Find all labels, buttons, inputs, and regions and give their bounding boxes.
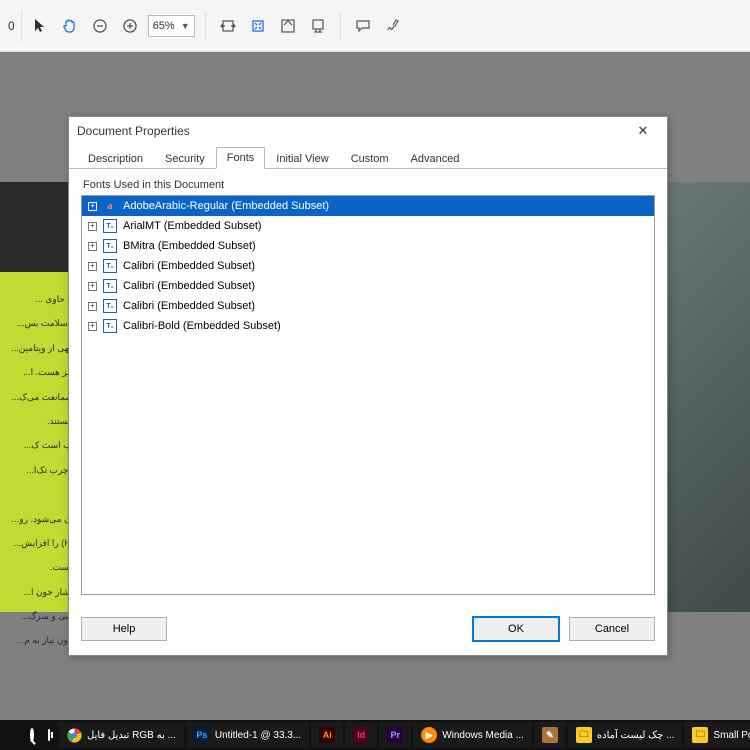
ok-button[interactable]: OK — [473, 617, 559, 641]
taskview-icon — [48, 729, 50, 741]
fit-page-icon[interactable] — [246, 14, 270, 38]
tab-custom[interactable]: Custom — [340, 148, 400, 169]
zoom-in-icon[interactable] — [118, 14, 142, 38]
photoshop-icon: Ps — [194, 727, 210, 743]
tree-expander-icon[interactable]: + — [88, 202, 97, 211]
tab-description[interactable]: Description — [77, 148, 154, 169]
font-name-label: ArialMT (Embedded Subset) — [123, 220, 262, 232]
toolbar-separator — [340, 12, 341, 40]
taskbar-item[interactable]: تبدیل فایل RGB به ... — [58, 722, 184, 748]
chevron-down-icon: ▼ — [181, 21, 190, 31]
font-name-label: BMitra (Embedded Subset) — [123, 240, 256, 252]
comment-icon[interactable] — [351, 14, 375, 38]
truetype-font-icon: T₁ — [103, 299, 117, 313]
font-list-item[interactable]: + T₁ Calibri (Embedded Subset) — [82, 276, 654, 296]
truetype-font-icon: T₁ — [103, 219, 117, 233]
zoom-level-combo[interactable]: 65% ▼ — [148, 15, 195, 37]
font-list-item[interactable]: + T₁ Calibri (Embedded Subset) — [82, 256, 654, 276]
folder-icon: 🗀 — [576, 727, 592, 743]
select-tool-icon[interactable] — [28, 14, 52, 38]
indesign-icon: Id — [353, 727, 369, 743]
dialog-body: Fonts Used in this Document + a AdobeArabi… — [69, 169, 667, 607]
cancel-button[interactable]: Cancel — [569, 617, 655, 641]
truetype-font-icon: T₁ — [103, 239, 117, 253]
tab-initial-view[interactable]: Initial View — [265, 148, 339, 169]
fonts-listbox[interactable]: +aAdobeArabic-Regular (Embedded Subset)+… — [81, 195, 655, 595]
taskbar-item-label: Windows Media ... — [442, 730, 524, 741]
font-name-label: AdobeArabic-Regular (Embedded Subset) — [123, 200, 329, 212]
taskbar-item-label: تبدیل فایل RGB به ... — [87, 730, 176, 741]
tree-expander-icon[interactable]: + — [88, 222, 97, 231]
tab-security[interactable]: Security — [154, 148, 216, 169]
document-properties-dialog: Document Properties ✕ Description Securi… — [68, 116, 668, 656]
fit-width-icon[interactable] — [216, 14, 240, 38]
font-list-item[interactable]: + a AdobeArabic-Regular (Embedded Subset) — [82, 196, 654, 216]
close-icon[interactable]: ✕ — [627, 120, 659, 142]
tree-expander-icon[interactable]: + — [88, 282, 97, 291]
font-list-item[interactable]: + T₁ ArialMT (Embedded Subset) — [82, 216, 654, 236]
search-button[interactable] — [22, 722, 38, 748]
font-list-item[interactable]: + T₁ Calibri (Embedded Subset) — [82, 296, 654, 316]
truetype-font-icon: T₁ — [103, 259, 117, 273]
taskbar-item[interactable]: 🗀 Small Pdf — [684, 722, 750, 748]
taskbar-item-label: Untitled-1 @ 33.3... — [215, 730, 301, 741]
app-toolbar: 0 65% ▼ — [0, 0, 750, 52]
search-icon — [30, 728, 34, 742]
document-page-right — [655, 182, 750, 612]
hand-tool-icon[interactable] — [58, 14, 82, 38]
taskbar-item[interactable]: Ai — [311, 722, 343, 748]
font-name-label: Calibri-Bold (Embedded Subset) — [123, 320, 281, 332]
dialog-titlebar[interactable]: Document Properties ✕ — [69, 117, 667, 145]
chrome-icon — [66, 727, 82, 743]
opentype-font-icon: a — [103, 199, 117, 213]
dialog-title: Document Properties — [77, 124, 190, 138]
tree-expander-icon[interactable]: + — [88, 262, 97, 271]
fullscreen-icon[interactable] — [276, 14, 300, 38]
font-name-label: Calibri (Embedded Subset) — [123, 280, 255, 292]
dialog-button-row: Help OK Cancel — [69, 607, 667, 655]
taskbar-item[interactable]: ▶ Windows Media ... — [413, 722, 532, 748]
windows-taskbar: تبدیل فایل RGB به ... Ps Untitled-1 @ 33.3… — [0, 720, 750, 750]
tree-expander-icon[interactable]: + — [88, 302, 97, 311]
tree-expander-icon[interactable]: + — [88, 242, 97, 251]
premiere-icon: Pr — [387, 727, 403, 743]
taskbar-item-label: Small Pdf — [713, 730, 750, 741]
read-mode-icon[interactable] — [306, 14, 330, 38]
taskbar-item[interactable]: ✎ — [534, 722, 566, 748]
font-name-label: Calibri (Embedded Subset) — [123, 260, 255, 272]
sticky-notes-icon: ✎ — [542, 727, 558, 743]
illustrator-icon: Ai — [319, 727, 335, 743]
font-list-item[interactable]: + T₁ Calibri-Bold (Embedded Subset) — [82, 316, 654, 336]
start-button[interactable] — [4, 722, 20, 748]
zoom-out-icon[interactable] — [88, 14, 112, 38]
taskbar-item-label: چک لیست آماده ... — [597, 730, 675, 741]
sign-icon[interactable] — [381, 14, 405, 38]
taskbar-item[interactable]: Id — [345, 722, 377, 748]
wmp-icon: ▶ — [421, 727, 437, 743]
page-indicator: 0 — [8, 10, 22, 42]
zoom-value: 65% — [153, 20, 175, 32]
toolbar-separator — [205, 12, 206, 40]
help-button[interactable]: Help — [81, 617, 167, 641]
tab-advanced[interactable]: Advanced — [400, 148, 471, 169]
dialog-tabs: Description Security Fonts Initial View … — [69, 145, 667, 169]
font-name-label: Calibri (Embedded Subset) — [123, 300, 255, 312]
taskbar-item[interactable]: Pr — [379, 722, 411, 748]
truetype-font-icon: T₁ — [103, 319, 117, 333]
tab-fonts[interactable]: Fonts — [216, 147, 266, 169]
folder-icon: 🗀 — [692, 727, 708, 743]
taskbar-item[interactable]: 🗀 چک لیست آماده ... — [568, 722, 683, 748]
tree-expander-icon[interactable]: + — [88, 322, 97, 331]
taskbar-item[interactable]: Ps Untitled-1 @ 33.3... — [186, 722, 309, 748]
task-view-button[interactable] — [40, 722, 56, 748]
truetype-font-icon: T₁ — [103, 279, 117, 293]
fonts-section-label: Fonts Used in this Document — [83, 179, 655, 191]
font-list-item[interactable]: + T₁ BMitra (Embedded Subset) — [82, 236, 654, 256]
